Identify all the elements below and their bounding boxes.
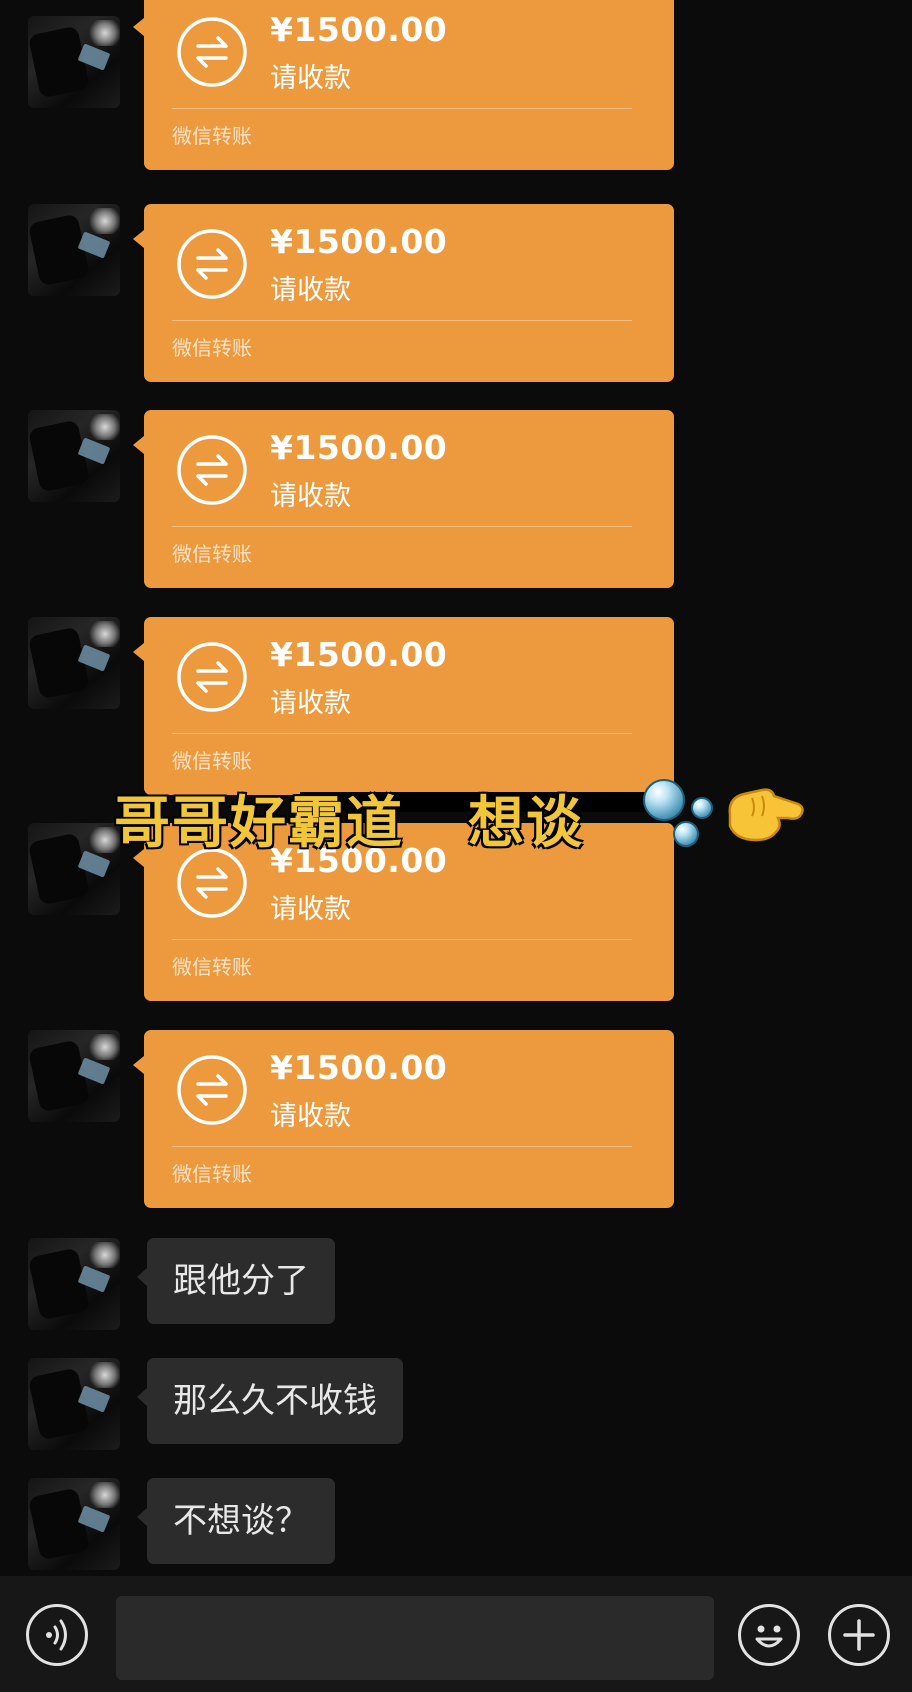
pointing-hand-icon xyxy=(728,788,804,842)
transfer-amount: ¥1500.00 xyxy=(270,635,448,674)
voice-icon[interactable] xyxy=(26,1604,88,1666)
avatar[interactable] xyxy=(28,617,120,709)
transfer-status: 请收款 xyxy=(270,688,351,719)
transfer-amount: ¥1500.00 xyxy=(270,428,448,467)
divider xyxy=(172,526,632,527)
chat-screen: ¥1500.00 请收款 微信转账 ¥1500.00 请收款 微信转账 ¥150… xyxy=(0,0,912,1692)
text-message[interactable]: 那么久不收钱 xyxy=(137,1358,403,1444)
avatar[interactable] xyxy=(28,204,120,296)
transfer-card[interactable]: ¥1500.00 请收款 微信转账 xyxy=(133,1030,674,1208)
avatar[interactable] xyxy=(28,1030,120,1122)
transfer-footer: 微信转账 xyxy=(172,955,252,979)
avatar[interactable] xyxy=(28,16,120,108)
divider xyxy=(172,939,632,940)
transfer-status: 请收款 xyxy=(270,481,351,512)
chat-input-bar xyxy=(0,1576,912,1692)
transfer-icon xyxy=(177,435,247,505)
smiley-icon[interactable] xyxy=(738,1604,800,1666)
plus-icon[interactable] xyxy=(828,1604,890,1666)
transfer-card[interactable]: ¥1500.00 请收款 微信转账 xyxy=(133,0,674,170)
transfer-footer: 微信转账 xyxy=(172,336,252,360)
divider xyxy=(172,1146,632,1147)
text-message[interactable]: 不想谈？ xyxy=(137,1478,335,1564)
divider xyxy=(172,108,632,109)
avatar[interactable] xyxy=(28,1478,120,1570)
caption-part-1: 哥哥好霸道 xyxy=(114,791,404,856)
divider xyxy=(172,320,632,321)
divider xyxy=(172,733,632,734)
transfer-status: 请收款 xyxy=(270,894,351,925)
avatar[interactable] xyxy=(28,410,120,502)
avatar[interactable] xyxy=(28,823,120,915)
transfer-amount: ¥1500.00 xyxy=(270,1048,448,1087)
transfer-status: 请收款 xyxy=(270,63,351,94)
transfer-footer: 微信转账 xyxy=(172,1162,252,1186)
transfer-icon xyxy=(177,1055,247,1125)
avatar[interactable] xyxy=(28,1238,120,1330)
transfer-icon xyxy=(177,17,247,87)
transfer-status: 请收款 xyxy=(270,275,351,306)
transfer-icon xyxy=(177,642,247,712)
avatar[interactable] xyxy=(28,1358,120,1450)
message-input[interactable] xyxy=(116,1596,714,1680)
transfer-card[interactable]: ¥1500.00 请收款 微信转账 xyxy=(133,410,674,588)
transfer-footer: 微信转账 xyxy=(172,542,252,566)
transfer-card[interactable]: ¥1500.00 请收款 微信转账 xyxy=(133,204,674,382)
transfer-icon xyxy=(177,229,247,299)
video-caption: 哥哥好霸道 想谈 xyxy=(114,778,584,859)
bubbles-icon xyxy=(643,779,713,847)
transfer-footer: 微信转账 xyxy=(172,124,252,148)
transfer-status: 请收款 xyxy=(270,1101,351,1132)
transfer-amount: ¥1500.00 xyxy=(270,10,448,49)
caption-part-2: 想谈 xyxy=(468,791,584,856)
text-message[interactable]: 跟他分了 xyxy=(137,1238,335,1324)
transfer-amount: ¥1500.00 xyxy=(270,222,448,261)
transfer-card[interactable]: ¥1500.00 请收款 微信转账 xyxy=(133,617,674,795)
transfer-footer: 微信转账 xyxy=(172,749,252,773)
